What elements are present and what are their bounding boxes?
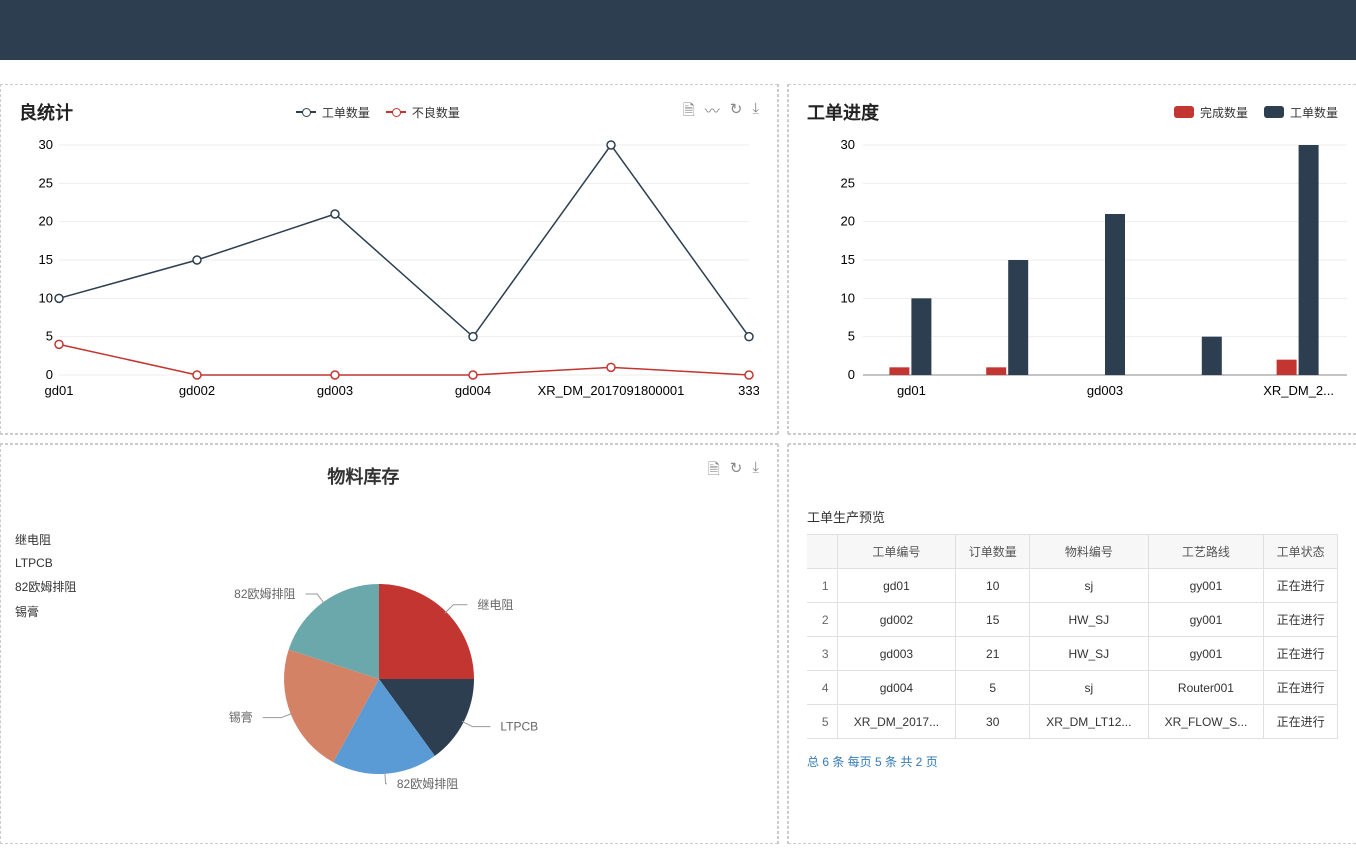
table-header: 工艺路线 (1148, 535, 1264, 569)
svg-text:15: 15 (841, 252, 855, 267)
svg-text:0: 0 (46, 367, 53, 382)
orders-table: 工单编号订单数量物料编号工艺路线工单状态 1gd0110sjgy001正在进行2… (807, 534, 1338, 739)
download-icon[interactable]: ⤓ (752, 100, 759, 125)
svg-text:20: 20 (841, 214, 855, 229)
refresh-icon[interactable]: ↻ (730, 459, 743, 489)
svg-text:333: 333 (738, 383, 759, 398)
pie-chart-title: 物料库存 (327, 463, 399, 489)
svg-text:10: 10 (39, 290, 53, 305)
panel-table-preview: 工单生产预览 工单编号订单数量物料编号工艺路线工单状态 1gd0110sjgy0… (788, 444, 1356, 844)
pie-legend: 继电阻 LTPCB 82欧姆排阻 锡膏 (15, 531, 76, 620)
bar-chart-legend: 完成数量 工单数量 (1174, 104, 1338, 121)
table-header: 工单编号 (837, 535, 956, 569)
svg-text:gd004: gd004 (455, 383, 491, 398)
svg-text:继电阻: 继电阻 (477, 598, 513, 612)
panel-pie-inventory: 物料库存 🗎 ↻ ⤓ 继电阻 LTPCB 82欧姆排阻 锡膏 继电阻 LTPCB 8… (0, 444, 778, 844)
line-chart-legend: 工单数量 不良数量 (296, 104, 460, 121)
pie-chart-tools: 🗎 ↻ ⤓ (708, 459, 759, 489)
svg-text:gd01: gd01 (45, 383, 74, 398)
svg-text:25: 25 (39, 175, 53, 190)
table-row[interactable]: 1gd0110sjgy001正在进行 (807, 569, 1338, 603)
svg-text:XR_DM_2017091800001: XR_DM_2017091800001 (538, 383, 685, 398)
topbar (0, 0, 1356, 60)
bar-chart-title: 工单进度 (807, 99, 879, 125)
svg-text:LTPCB: LTPCB (500, 720, 538, 734)
svg-text:15: 15 (39, 252, 53, 267)
svg-text:82欧姆排阻: 82欧姆排阻 (234, 587, 295, 601)
svg-text:gd01: gd01 (897, 383, 926, 398)
line-chart-title: 良统计 (19, 99, 73, 125)
svg-text:gd002: gd002 (179, 383, 215, 398)
doc-icon[interactable]: 🗎 (708, 459, 720, 489)
table-header: 工单状态 (1264, 535, 1338, 569)
table-row[interactable]: 3gd00321HW_SJgy001正在进行 (807, 637, 1338, 671)
line-chart-tools: 🗎 〰 ↻ ⤓ (683, 100, 759, 125)
table-row[interactable]: 2gd00215HW_SJgy001正在进行 (807, 603, 1338, 637)
svg-text:5: 5 (848, 329, 855, 344)
pager-text[interactable]: 总 6 条 每页 5 条 共 2 页 (807, 753, 1338, 770)
svg-text:10: 10 (841, 290, 855, 305)
svg-text:20: 20 (39, 214, 53, 229)
svg-text:锡膏: 锡膏 (229, 710, 253, 725)
table-title: 工单生产预览 (807, 507, 1338, 526)
pie-chart: 继电阻LTPCB82欧姆排阻锡膏82欧姆排阻 (19, 489, 759, 819)
doc-icon[interactable]: 🗎 (683, 100, 695, 125)
svg-text:gd003: gd003 (1087, 383, 1123, 398)
svg-text:30: 30 (39, 137, 53, 152)
panel-line-stats: 良统计 工单数量 不良数量 🗎 〰 ↻ ⤓ 0 5 10 15 20 25 30 gd01 gd… (0, 84, 778, 434)
svg-text:5: 5 (46, 329, 53, 344)
svg-text:gd003: gd003 (317, 383, 353, 398)
svg-text:XR_DM_2...: XR_DM_2... (1263, 383, 1334, 398)
table-header: 订单数量 (956, 535, 1030, 569)
svg-text:30: 30 (841, 137, 855, 152)
download-icon[interactable]: ⤓ (752, 459, 759, 489)
line-chart: 0 5 10 15 20 25 30 gd01 gd002 gd003 gd004 XR_DM_201… (19, 125, 759, 405)
table-header: 物料编号 (1030, 535, 1149, 569)
svg-text:25: 25 (841, 175, 855, 190)
panel-bar-progress: 工单进度 完成数量 工单数量 0 5 10 15 20 25 30 gd01 gd003 XR_D… (788, 84, 1356, 434)
refresh-icon[interactable]: ↻ (730, 100, 743, 125)
svg-text:0: 0 (848, 367, 855, 382)
table-row[interactable]: 5XR_DM_2017...30XR_DM_LT12...XR_FLOW_S..… (807, 705, 1338, 739)
table-row[interactable]: 4gd0045sjRouter001正在进行 (807, 671, 1338, 705)
svg-text:82欧姆排阻: 82欧姆排阻 (397, 777, 458, 791)
bar-chart: 0 5 10 15 20 25 30 gd01 gd003 XR_DM_2... (807, 125, 1347, 405)
wave-icon[interactable]: 〰 (705, 100, 720, 125)
